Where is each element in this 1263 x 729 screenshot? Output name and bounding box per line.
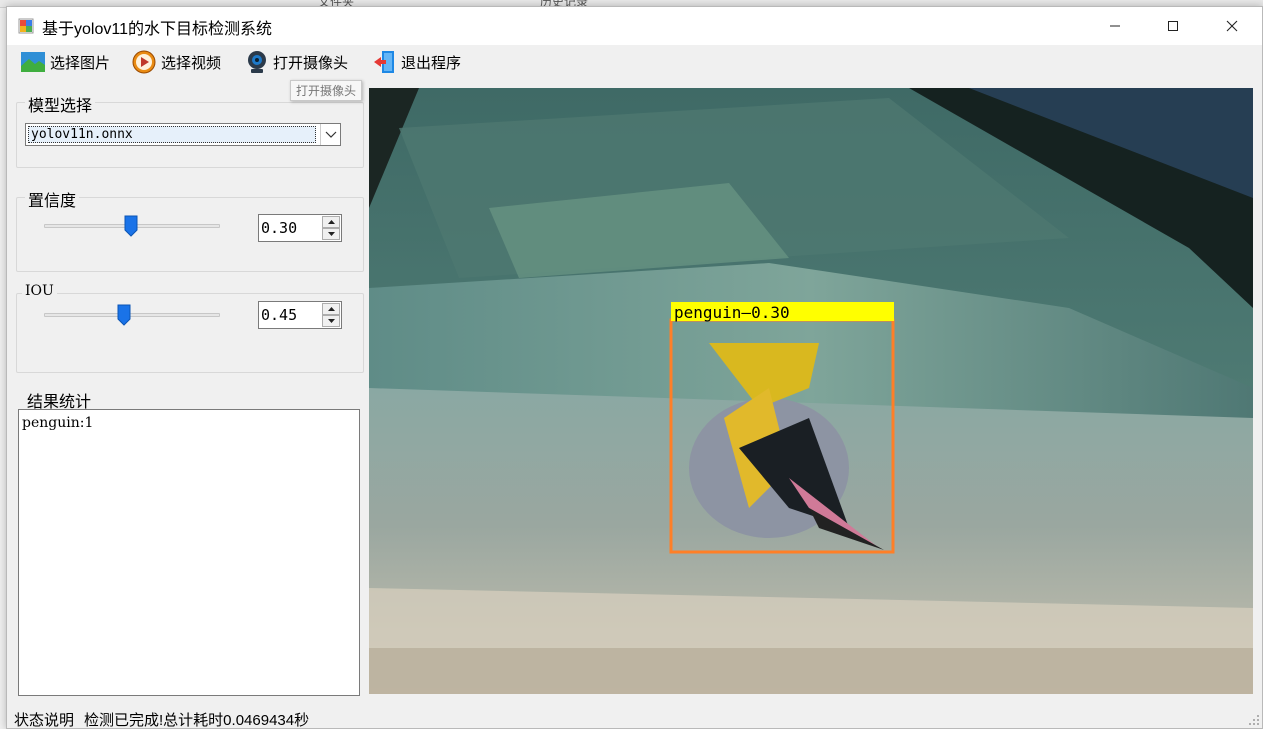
select-image-label: 选择图片 — [50, 54, 111, 72]
iou-decrement-button[interactable] — [322, 315, 340, 327]
window-title: 基于yolov11的水下目标检测系统 — [42, 21, 272, 38]
exit-door-icon — [374, 51, 394, 73]
confidence-title: 置信度 — [25, 187, 80, 211]
maximize-button[interactable] — [1144, 7, 1202, 45]
combobox-dropdown-button[interactable] — [320, 124, 340, 145]
toolbar: 选择图片 选择视频 打开摄像头 退出程序 — [7, 45, 1262, 79]
title-bar: 基于yolov11的水下目标检测系统 — [7, 7, 1262, 45]
results-text: penguin:1 — [22, 415, 94, 431]
confidence-slider-thumb[interactable] — [124, 215, 138, 237]
confidence-decrement-button[interactable] — [322, 228, 340, 240]
webcam-icon — [248, 51, 266, 73]
iou-value: 0.45 — [261, 306, 298, 324]
play-icon — [132, 50, 156, 74]
resize-grip-icon[interactable] — [1248, 714, 1260, 726]
detection-label: penguin—0.30 — [674, 303, 790, 322]
exit-program-button[interactable]: 退出程序 — [374, 50, 461, 74]
iou-title: IOU — [22, 283, 57, 299]
model-select-title: 模型选择 — [25, 92, 96, 116]
maximize-icon — [1168, 21, 1178, 31]
confidence-spinbox[interactable]: 0.30 — [258, 214, 342, 242]
iou-slider-thumb[interactable] — [117, 304, 131, 326]
main-window: 基于yolov11的水下目标检测系统 选择图片 选择视频 打开摄像头 退出程序 … — [6, 6, 1263, 729]
select-image-button[interactable]: 选择图片 — [21, 50, 110, 74]
status-message: 检测已完成!总计耗时0.0469434秒 — [84, 712, 310, 729]
caret-down-icon — [327, 319, 335, 323]
status-label: 状态说明 — [14, 712, 75, 729]
caret-down-icon — [327, 232, 335, 236]
select-video-label: 选择视频 — [161, 54, 222, 72]
model-combobox[interactable]: yolov11n.onnx — [25, 123, 341, 146]
caret-up-icon — [327, 220, 335, 224]
image-icon — [21, 52, 45, 72]
status-bar: 状态说明 检测已完成!总计耗时0.0469434秒 — [14, 709, 309, 729]
results-textbox[interactable]: penguin:1 — [18, 409, 360, 696]
iou-spinbox[interactable]: 0.45 — [258, 301, 342, 329]
model-select-group: 模型选择 yolov11n.onnx — [16, 92, 364, 168]
close-button[interactable] — [1203, 7, 1261, 45]
confidence-group: 置信度 0.30 — [16, 187, 364, 272]
iou-increment-button[interactable] — [322, 303, 340, 315]
detection-image-display: penguin—0.30 — [369, 88, 1253, 694]
chevron-down-icon — [325, 131, 336, 138]
confidence-value: 0.30 — [261, 219, 298, 237]
iou-slider-track[interactable] — [44, 313, 220, 317]
close-icon — [1226, 20, 1238, 32]
model-combobox-value: yolov11n.onnx — [28, 126, 316, 143]
open-camera-button[interactable]: 打开摄像头 — [246, 50, 348, 74]
exit-program-label: 退出程序 — [401, 54, 462, 72]
open-camera-label: 打开摄像头 — [273, 54, 349, 72]
iou-group: IOU 0.45 — [16, 283, 364, 373]
minimize-button[interactable] — [1086, 7, 1144, 45]
camera-tooltip: 打开摄像头 — [290, 80, 363, 101]
confidence-increment-button[interactable] — [322, 216, 340, 228]
caret-up-icon — [327, 307, 335, 311]
app-icon — [18, 18, 34, 34]
select-video-button[interactable]: 选择视频 — [132, 50, 221, 74]
minimize-icon — [1110, 25, 1120, 27]
underwater-image: penguin—0.30 — [369, 88, 1253, 694]
